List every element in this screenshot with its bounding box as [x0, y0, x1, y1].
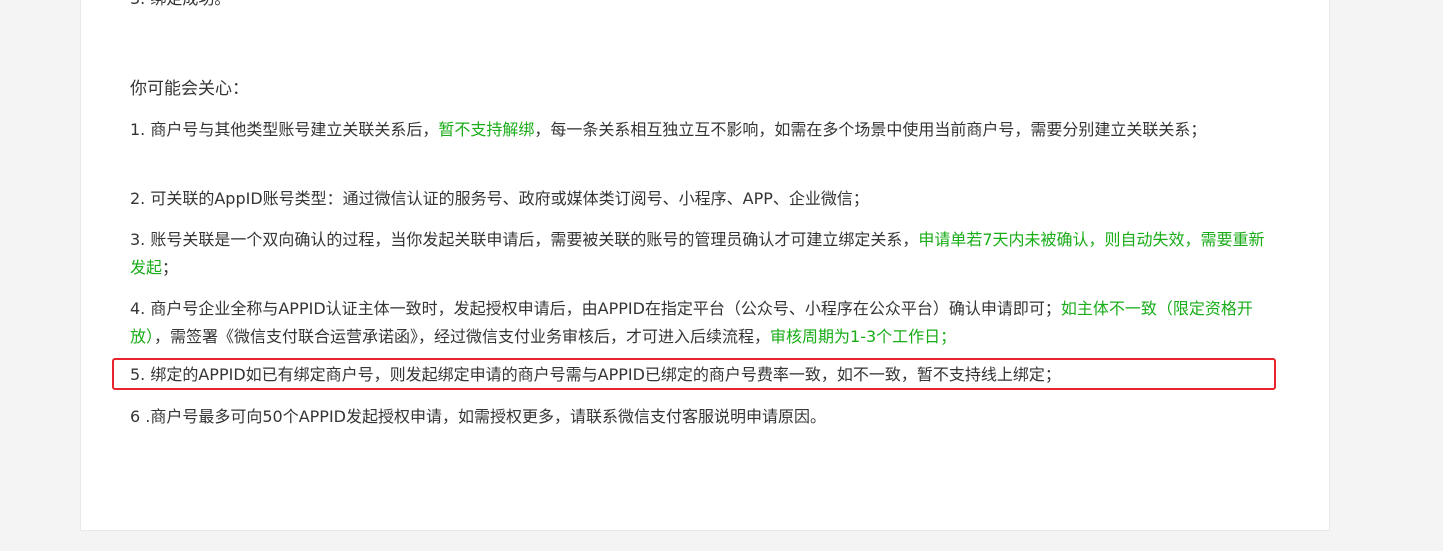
- faq-item-5-text: 5. 绑定的APPID如已有绑定商户号，则发起绑定申请的商户号需与APPID已绑…: [130, 365, 1061, 384]
- faq-item-2-text: 2. 可关联的AppID账号类型：通过微信认证的服务号、政府或媒体类订阅号、小程…: [130, 189, 869, 208]
- faq-item-3-text: 3. 账号关联是一个双向确认的过程，当你发起关联申请后，需要被关联的账号的管理员…: [130, 230, 919, 249]
- faq-item-4-text-2: ，需签署《微信支付联合运营承诺函》，经过微信支付业务审核后，才可进入后续流程，: [154, 327, 771, 346]
- faq-item-6-text: 6 .商户号最多可向50个APPID发起授权申请，如需授权更多，请联系微信支付客…: [130, 407, 826, 426]
- faq-item-6: 6 .商户号最多可向50个APPID发起授权申请，如需授权更多，请联系微信支付客…: [130, 403, 1265, 431]
- faq-item-4-text: 4. 商户号企业全称与APPID认证主体一致时，发起授权申请后，由APPID在指…: [130, 299, 1061, 318]
- faq-item-3-text-2: ；: [162, 258, 179, 277]
- faq-item-4-highlight-2: 审核周期为1-3个工作日；: [770, 327, 957, 346]
- faq-item-1-text-2: ，每一条关系相互独立互不影响，如需在多个场景中使用当前商户号，需要分别建立关联关…: [534, 120, 1207, 139]
- faq-item-4: 4. 商户号企业全称与APPID认证主体一致时，发起授权申请后，由APPID在指…: [130, 295, 1265, 351]
- content-card: 3. 绑定成功。 你可能会关心： 1. 商户号与其他类型账号建立关联关系后，暂不…: [80, 0, 1330, 531]
- faq-item-3: 3. 账号关联是一个双向确认的过程，当你发起关联申请后，需要被关联的账号的管理员…: [130, 226, 1265, 282]
- faq-item-1: 1. 商户号与其他类型账号建立关联关系后，暂不支持解绑，每一条关系相互独立互不影…: [130, 116, 1265, 144]
- faq-heading: 你可能会关心：: [130, 79, 249, 99]
- faq-item-5: 5. 绑定的APPID如已有绑定商户号，则发起绑定申请的商户号需与APPID已绑…: [130, 361, 1265, 389]
- faq-item-1-text: 1. 商户号与其他类型账号建立关联关系后，: [130, 120, 439, 139]
- faq-item-2: 2. 可关联的AppID账号类型：通过微信认证的服务号、政府或媒体类订阅号、小程…: [130, 185, 1265, 213]
- faq-item-1-highlight: 暂不支持解绑: [438, 120, 535, 139]
- previous-step-text: 3. 绑定成功。: [130, 0, 230, 8]
